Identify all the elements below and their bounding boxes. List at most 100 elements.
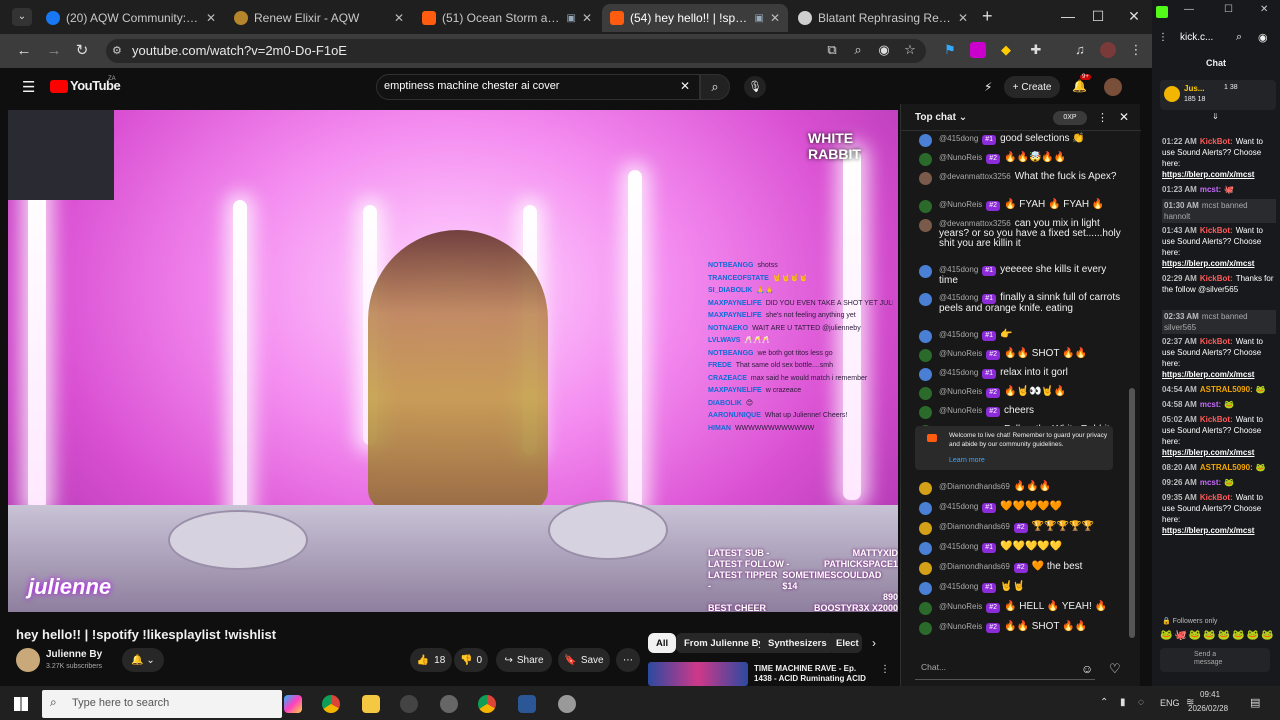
chat-avatar[interactable] (919, 330, 932, 343)
pinned-icon[interactable]: ⇓ (1212, 112, 1219, 121)
chat-author[interactable]: @NunoReis (939, 387, 982, 396)
app-icon[interactable] (440, 695, 458, 713)
kick-chat-message[interactable]: 08:20 AM ASTRAL5090: 🐸 (1162, 462, 1276, 473)
tray-chevron-icon[interactable]: ⌃ (1100, 697, 1108, 708)
kick-link[interactable]: https://blerp.com/x/mcst (1162, 526, 1254, 535)
chat-avatar[interactable] (919, 219, 932, 232)
cast-icon[interactable]: ⚡ (984, 80, 992, 94)
browser-tab[interactable]: Renew Elixir - AQW ✕ (226, 4, 412, 32)
kick-chat-message[interactable]: 04:58 AM mcst: 🐸 (1162, 399, 1276, 410)
kick-chat-message[interactable]: 02:33 AM mcst banned silver565 (1162, 310, 1276, 334)
chat-author[interactable]: @Diamondhands69 (939, 562, 1010, 571)
heart-reaction-icon[interactable]: ♡ (1109, 661, 1121, 677)
kick-logo-icon[interactable] (1156, 6, 1168, 18)
kick-username[interactable]: mcst: (1200, 185, 1221, 194)
kick-username[interactable]: KickBot: (1200, 274, 1233, 283)
channel-avatar[interactable] (16, 648, 40, 672)
kick-menu-icon[interactable]: ⋮ (1158, 32, 1168, 43)
channel-name[interactable]: Julienne By (46, 649, 102, 660)
kick-username[interactable]: ASTRAL5090: (1200, 385, 1253, 394)
chat-author[interactable]: @415dong (939, 134, 978, 143)
tab-search-button[interactable]: ⌄ (12, 8, 32, 26)
save-button[interactable]: 🔖 Save (558, 648, 610, 672)
create-button[interactable]: + Create (1004, 76, 1060, 98)
voice-search-icon[interactable]: 🎙 (744, 76, 766, 98)
browser-tab[interactable]: (20) AQW Community: 🧡 LOV ✕ (38, 4, 224, 32)
chat-message[interactable]: @Diamondhands69 #2 🧡 the best (919, 562, 1124, 575)
chat-message[interactable]: @NunoReis #2 🔥🔥 SHOT 🔥🔥 (919, 349, 1124, 362)
account-avatar[interactable] (1104, 78, 1122, 96)
chat-avatar[interactable] (919, 562, 932, 575)
close-chat-icon[interactable]: ✕ (1119, 110, 1129, 124)
notifications-bell-icon[interactable]: 🔔 (1072, 79, 1087, 93)
network-icon[interactable]: ◌ (1138, 697, 1144, 708)
kick-link[interactable]: https://blerp.com/x/mcst (1162, 448, 1254, 457)
chat-avatar[interactable] (919, 172, 932, 185)
clear-search-icon[interactable]: ✕ (680, 79, 690, 93)
browser-menu-icon[interactable]: ⋮ (1128, 42, 1144, 58)
profile-avatar-icon[interactable] (1100, 42, 1116, 58)
chat-author[interactable]: @NunoReis (939, 406, 982, 415)
back-icon[interactable]: ← (14, 41, 34, 61)
kick-username[interactable]: mcst: (1200, 478, 1221, 487)
chat-avatar[interactable] (919, 406, 932, 419)
chat-message[interactable]: @Diamondhands69 #2 🏆🏆🏆🏆🏆 (919, 522, 1124, 535)
app-icon[interactable] (400, 695, 418, 713)
chat-message[interactable]: @NunoReis #2 🔥🔥🤯🔥🔥 (919, 153, 1124, 166)
kick-chat-message[interactable]: 09:35 AM KickBot: Want to use Sound Alerts… (1162, 492, 1276, 536)
chat-author[interactable]: @415dong (939, 582, 978, 591)
video-player[interactable]: WHITE RABBIT julienne NOTBEANGG shotss TRA… (8, 110, 898, 612)
notification-bell-button[interactable]: 🔔 ⌄ (122, 648, 164, 672)
chat-menu-icon[interactable]: ⋮ (1097, 111, 1108, 124)
more-actions-icon[interactable]: ⋯ (616, 648, 640, 672)
learn-more-link[interactable]: Learn more (949, 457, 985, 464)
puzzle-icon[interactable]: ✚ (1028, 42, 1044, 58)
kick-chat-message[interactable]: 01:30 AM mcst banned hannolt (1162, 199, 1276, 223)
chat-message[interactable]: @NunoReis #2 🔥🔥 SHOT 🔥🔥 (919, 622, 1124, 635)
windows-start-icon[interactable] (14, 697, 28, 711)
chat-input[interactable]: Chat... (915, 656, 1095, 680)
chat-author[interactable]: @415dong (939, 368, 978, 377)
recommended-menu-icon[interactable]: ⋮ (880, 664, 890, 675)
send-message-input[interactable]: Send a message (1160, 648, 1270, 672)
install-app-icon[interactable]: ⧉ (824, 42, 840, 58)
kick-window-minimize-icon[interactable]: — (1184, 4, 1194, 15)
chip-synthesizers[interactable]: Synthesizers (760, 633, 835, 653)
minimize-icon[interactable]: — (1056, 6, 1080, 26)
chip-from-channel[interactable]: From Julienne By (676, 633, 772, 653)
notifications-icon[interactable]: ▤ (1250, 696, 1260, 709)
chat-message[interactable]: @devanmattox3256 What the fuck is Apex? (919, 172, 1124, 185)
copilot-icon[interactable] (284, 695, 302, 713)
maximize-icon[interactable]: ☐ (1086, 6, 1110, 26)
chat-message[interactable]: @415dong #1 good selections 👏 (919, 134, 1124, 147)
chat-message[interactable]: @devanmattox3256 can you mix in light yea… (919, 219, 1124, 249)
kick-window-maximize-icon[interactable]: ☐ (1224, 4, 1233, 15)
reload-icon[interactable]: ↻ (72, 41, 92, 61)
bookmark-star-icon[interactable]: ☆ (902, 42, 918, 58)
chat-message[interactable]: @415dong #1 👉 (919, 330, 1124, 343)
clock-time[interactable]: 09:41 (1200, 690, 1220, 699)
chat-avatar[interactable] (919, 542, 932, 555)
chat-author[interactable]: @NunoReis (939, 200, 982, 209)
chrome-icon[interactable] (478, 695, 496, 713)
chat-author[interactable]: @NunoReis (939, 602, 982, 611)
close-window-icon[interactable]: ✕ (1122, 6, 1146, 26)
forward-icon[interactable]: → (44, 41, 64, 61)
eye-slash-icon[interactable]: ◉ (876, 42, 892, 58)
chat-message[interactable]: @415dong #1 🤘🤘 (919, 582, 1124, 595)
chip-all[interactable]: All (648, 633, 677, 653)
close-tab-icon[interactable]: ✕ (582, 11, 592, 25)
media-control-icon[interactable]: ♫ (1072, 42, 1088, 58)
chat-author[interactable]: @415dong (939, 265, 978, 274)
kick-chat-message[interactable]: 04:54 AM ASTRAL5090: 🐸 (1162, 384, 1276, 395)
taskbar-search-input[interactable]: ⌕ Type here to search (42, 690, 282, 718)
chat-message[interactable]: @NunoReis #2 🔥🤘👀🤘🔥 (919, 387, 1124, 400)
zoom-icon[interactable]: ⌕ (850, 42, 866, 58)
chip-electronic[interactable]: Elect (828, 633, 862, 653)
chat-avatar[interactable] (919, 134, 932, 147)
hamburger-menu-icon[interactable]: ☰ (22, 78, 35, 96)
dislike-button[interactable]: 👎 0 (454, 648, 488, 672)
chat-avatar[interactable] (919, 522, 932, 535)
search-query[interactable]: emptiness machine chester ai cover (384, 80, 559, 92)
language-indicator[interactable]: ENG (1160, 698, 1180, 708)
